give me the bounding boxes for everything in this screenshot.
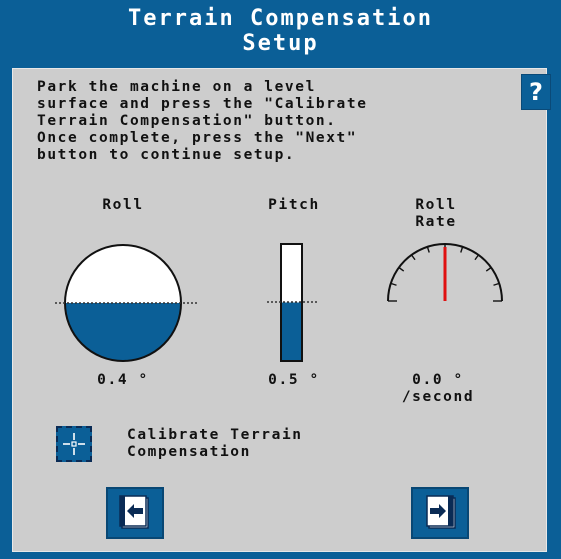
next-button[interactable]	[411, 487, 469, 539]
roll-rate-tick	[460, 246, 464, 253]
screen-frame: Terrain Compensation Setup Park the mach…	[0, 0, 561, 559]
roll-rate-tick	[493, 282, 500, 286]
roll-rate-tick	[390, 282, 397, 286]
crosshair-icon	[63, 433, 85, 455]
roll-rate-tick	[474, 254, 480, 261]
roll-rate-tick	[410, 254, 416, 261]
roll-rate-value: 0.0 ° /second	[401, 372, 475, 405]
next-arrow-icon	[426, 495, 456, 529]
roll-rate-tick	[398, 266, 405, 272]
roll-rate-tick	[485, 266, 492, 272]
page-title-line2: Setup	[242, 31, 319, 56]
roll-gauge	[55, 244, 199, 362]
page-title: Terrain Compensation Setup	[0, 6, 561, 56]
roll-rate-tick	[426, 246, 430, 253]
page-title-line1: Terrain Compensation	[128, 6, 433, 31]
pitch-gauge	[267, 243, 317, 362]
calibrate-terrain-label: Calibrate Terrain Compensation	[127, 427, 303, 460]
calibrate-terrain-button[interactable]	[56, 426, 92, 462]
back-arrow-icon	[119, 495, 149, 529]
pitch-level-fill	[281, 302, 302, 361]
roll-value: 0.4 °	[97, 372, 149, 388]
pitch-value: 0.5 °	[268, 372, 320, 388]
roll-rate-dial	[387, 243, 503, 302]
gauges-graphic	[55, 243, 503, 362]
roll-level-fill	[65, 303, 181, 361]
setup-panel: Park the machine on a level surface and …	[12, 68, 551, 552]
back-button[interactable]	[106, 487, 164, 539]
